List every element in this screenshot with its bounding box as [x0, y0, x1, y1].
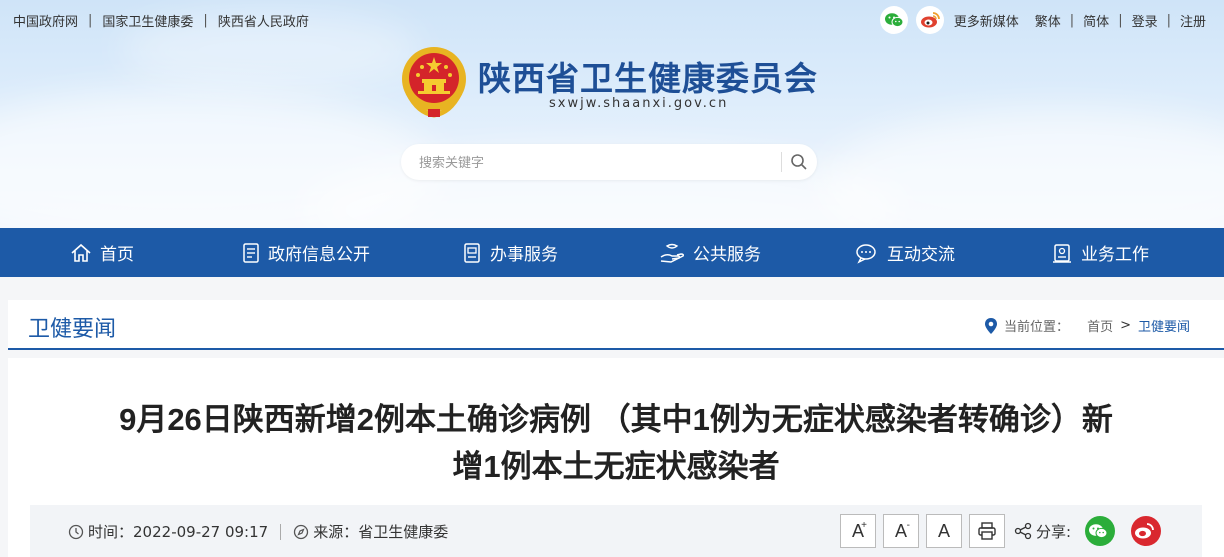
nav-item-interaction[interactable]: 互动交流	[808, 228, 1002, 277]
article-info: 时间： 2022-09-27 09:17 来源： 省卫生健康委	[68, 521, 448, 542]
divider: |	[1118, 12, 1123, 28]
divider: |	[1069, 12, 1075, 28]
article-meta-bar: 时间： 2022-09-27 09:17 来源： 省卫生健康委 A + A- A…	[30, 505, 1202, 557]
nav-item-home[interactable]: 首页	[0, 228, 204, 277]
share-label: 分享:	[1036, 522, 1072, 541]
hand-service-icon	[660, 243, 684, 263]
search-box	[401, 144, 817, 180]
link-nhc[interactable]: 国家卫生健康委	[102, 11, 193, 30]
printer-icon	[978, 522, 996, 540]
wechat-icon[interactable]	[879, 6, 908, 34]
top-links: 中国政府网 | 国家卫生健康委 | 陕西省人民政府	[13, 11, 309, 30]
publish-time: 时间： 2022-09-27 09:17	[68, 521, 268, 542]
time-label: 时间：	[88, 523, 134, 541]
weibo-icon[interactable]	[915, 6, 944, 34]
section-header: 卫健要闻 当前位置： 首页 > 卫健要闻	[8, 300, 1224, 350]
search-divider	[781, 152, 782, 172]
share-weibo-button[interactable]	[1131, 516, 1162, 546]
minus-sign: -	[906, 520, 910, 531]
divider: |	[203, 13, 208, 28]
print-button[interactable]	[969, 514, 1005, 548]
link-gov-cn[interactable]: 中国政府网	[13, 11, 78, 30]
link-shaanxi-gov[interactable]: 陕西省人民政府	[218, 11, 309, 30]
nav-label: 政府信息公开	[268, 245, 370, 265]
breadcrumb-separator: >	[1120, 318, 1131, 333]
search-button[interactable]	[785, 148, 813, 176]
plus-sign: +	[861, 520, 867, 531]
font-normal-label: A	[937, 520, 950, 541]
nav-label: 首页	[100, 245, 134, 265]
home-icon	[71, 243, 91, 262]
section-title: 卫健要闻	[28, 316, 117, 341]
divider	[280, 523, 282, 540]
site-header: 中国政府网 | 国家卫生健康委 | 陕西省人民政府 更多新媒体 繁体 | 简体 …	[0, 0, 1224, 228]
top-tools: 更多新媒体 繁体 | 简体 | 登录 | 注册	[879, 6, 1206, 34]
cloud-decoration	[820, 110, 1224, 228]
file-list-icon	[464, 242, 480, 263]
nav-label: 业务工作	[1081, 245, 1149, 265]
nav-item-business[interactable]: 业务工作	[1002, 228, 1198, 277]
font-smaller-button[interactable]: A-	[883, 514, 919, 548]
nav-label: 办事服务	[490, 245, 558, 265]
font-smaller-label: A	[894, 520, 907, 541]
article-title-line: 9月26日陕西新增2例本土确诊病例 （其中1例为无症状感染者转确诊）新	[119, 402, 1113, 437]
chat-icon	[856, 243, 876, 264]
clock-icon	[68, 524, 84, 539]
more-media-link[interactable]: 更多新媒体	[954, 11, 1019, 30]
share-section: 分享:	[1014, 516, 1162, 546]
nav-label: 公共服务	[693, 245, 761, 265]
source-label: 来源：	[313, 523, 359, 541]
location-pin-icon	[985, 317, 998, 334]
site-domain: sxwjw.shaanxi.gov.cn	[549, 96, 729, 111]
breadcrumb-home-link[interactable]: 首页	[1087, 316, 1113, 335]
font-larger-button[interactable]: A +	[840, 514, 876, 548]
document-icon	[243, 242, 259, 263]
time-value: 2022-09-27 09:17	[133, 522, 269, 541]
nav-label: 互动交流	[887, 245, 955, 265]
simplified-link[interactable]: 简体	[1083, 11, 1109, 30]
breadcrumb: 当前位置： 首页 > 卫健要闻	[984, 316, 1190, 335]
register-link[interactable]: 注册	[1180, 11, 1206, 30]
search-input[interactable]	[419, 144, 759, 180]
source-value: 省卫生健康委	[358, 523, 449, 541]
traditional-link[interactable]: 繁体	[1035, 11, 1061, 30]
search-icon	[791, 154, 807, 170]
divider: |	[1166, 12, 1171, 28]
wechat-icon	[1089, 524, 1108, 539]
share-wechat-button[interactable]	[1085, 516, 1116, 546]
nav-item-gov-info[interactable]: 政府信息公开	[204, 228, 408, 277]
breadcrumb-current-link[interactable]: 卫健要闻	[1138, 316, 1190, 335]
weibo-icon	[1135, 523, 1154, 539]
compass-icon	[294, 524, 309, 539]
article-source: 来源： 省卫生健康委	[293, 521, 448, 542]
article-tools: A + A- A 分享:	[840, 514, 1162, 548]
site-title[interactable]: 陕西省卫生健康委员会	[478, 52, 818, 100]
article-title-line: 增1例本土无症状感染者	[452, 449, 780, 484]
login-link[interactable]: 登录	[1132, 11, 1158, 30]
font-normal-button[interactable]: A	[926, 514, 962, 548]
briefcase-icon	[1053, 243, 1071, 263]
breadcrumb-label: 当前位置：	[1004, 320, 1070, 335]
main-nav: 首页 政府信息公开 办事服务 公共服务 互动交流 业务工作	[0, 228, 1224, 277]
divider: |	[88, 13, 93, 28]
share-icon	[1014, 522, 1032, 540]
national-emblem-logo	[398, 43, 470, 119]
nav-item-services[interactable]: 办事服务	[408, 228, 612, 277]
article-title: 9月26日陕西新增2例本土确诊病例 （其中1例为无症状感染者转确诊）新 增1例本…	[48, 396, 1184, 490]
nav-item-public-service[interactable]: 公共服务	[612, 228, 808, 277]
article-panel: 9月26日陕西新增2例本土确诊病例 （其中1例为无症状感染者转确诊）新 增1例本…	[8, 358, 1224, 557]
